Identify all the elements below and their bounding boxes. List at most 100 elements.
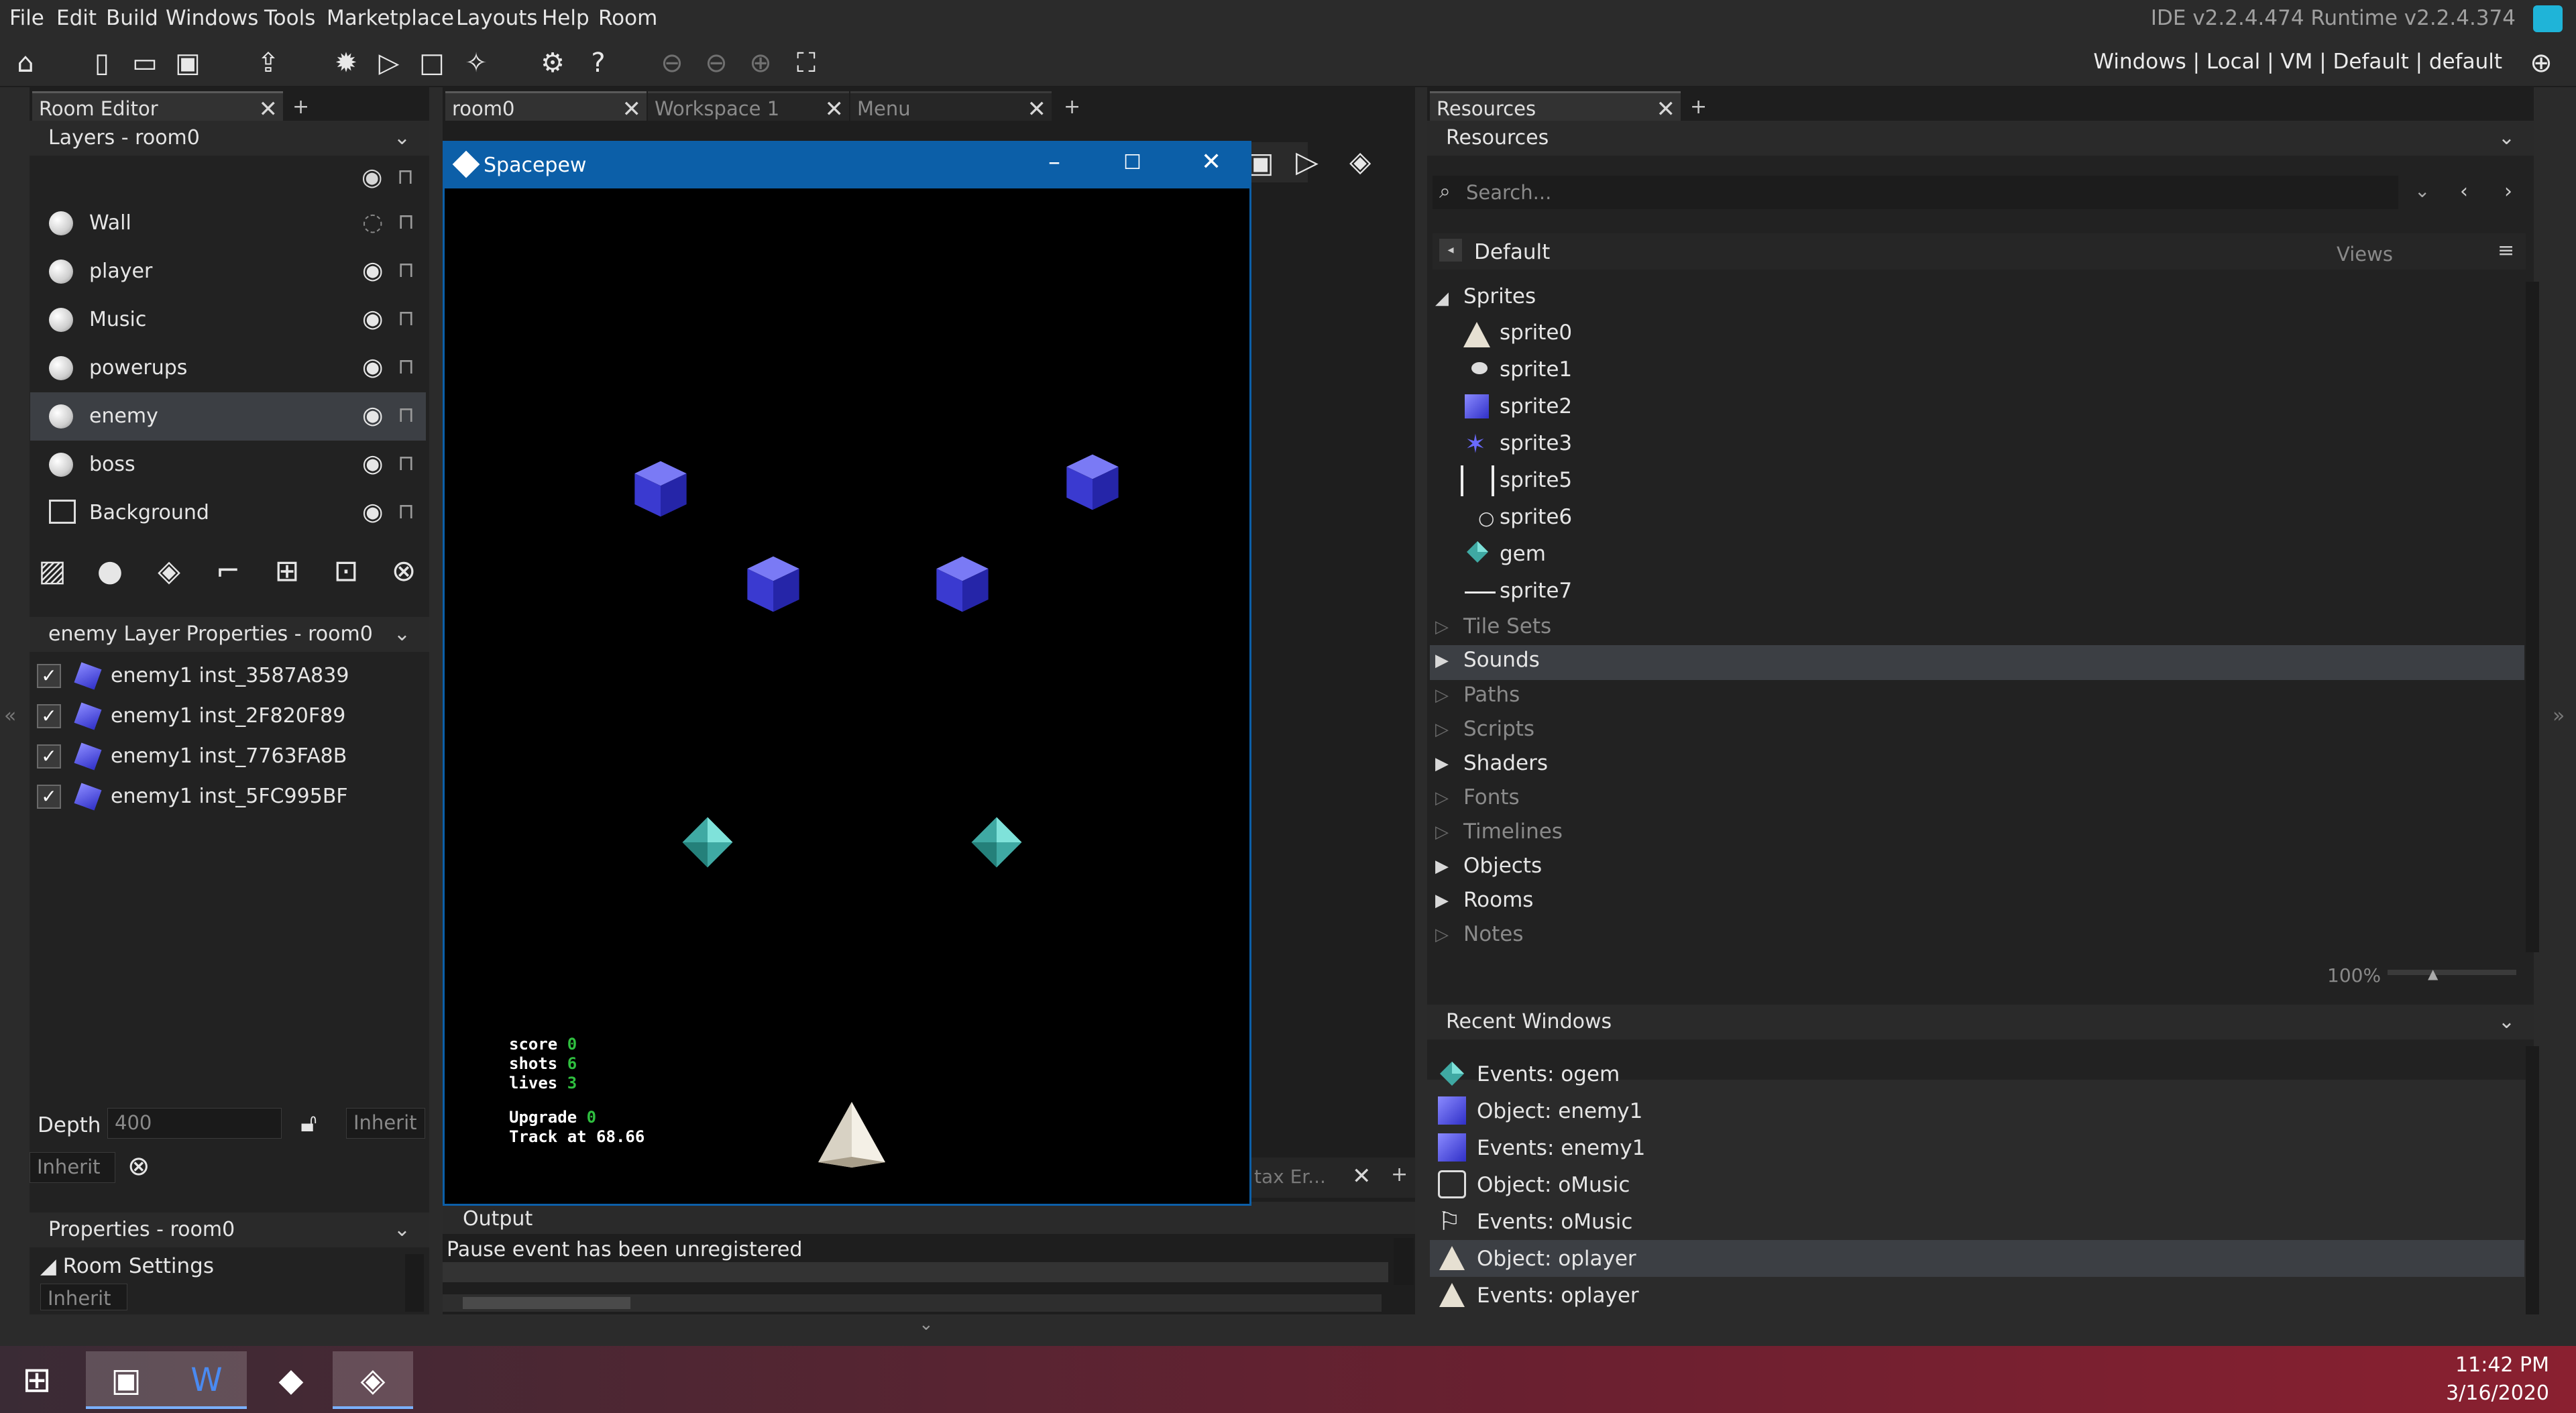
game-window[interactable]: Spacepew – ☐ ✕ score 0 shots 6 lives 3 U… — [443, 141, 1251, 1206]
gamemaker-runner-icon[interactable]: ◈ — [333, 1351, 413, 1409]
tab-workspace-1[interactable]: Workspace 1 ✕ — [648, 91, 849, 123]
prev-icon[interactable]: ‹ — [2460, 180, 2468, 203]
tree-item-sprite7[interactable]: sprite7 — [1500, 579, 1572, 603]
clean-icon[interactable]: ✧ — [459, 46, 494, 80]
tree-folder-sounds[interactable]: Sounds — [1463, 648, 1540, 672]
open-folder-icon[interactable]: ▭ — [127, 46, 162, 80]
search-options-chevron-icon[interactable]: ⌄ — [2414, 180, 2430, 202]
eye-closed-icon[interactable]: ◌ — [362, 209, 383, 236]
recent-item[interactable]: Events: oplayer — [1430, 1277, 2524, 1314]
layers-header[interactable]: Layers - room0 ⌄ — [30, 121, 429, 156]
gamemaker-icon[interactable]: ◆ — [251, 1351, 331, 1409]
search-input[interactable]: Search... — [1466, 181, 1551, 204]
tab-room-editor[interactable]: Room Editor ✕ — [32, 91, 283, 123]
add-tab-icon[interactable]: + — [1690, 95, 1707, 119]
close-icon[interactable]: ✕ — [259, 96, 278, 123]
output-header[interactable]: Output — [443, 1202, 1415, 1234]
expand-down-icon[interactable]: ⌄ — [919, 1314, 934, 1335]
tree-folder-timelines[interactable]: Timelines — [1463, 819, 1563, 844]
chevron-down-icon[interactable]: ⌄ — [2498, 126, 2515, 150]
recent-item[interactable]: Object: enemy1 — [1430, 1092, 2524, 1129]
chevron-down-icon[interactable]: ⌄ — [2498, 1010, 2515, 1033]
instance-row[interactable]: ✓ enemy1 inst_7763FA8B — [37, 738, 426, 778]
tree-item-gem[interactable]: gem — [1500, 542, 1546, 566]
inherit-depth-button[interactable]: Inherit — [346, 1108, 425, 1139]
collapsed-triangle-icon[interactable]: ▷ — [1435, 822, 1449, 842]
menu-icon[interactable]: ≡ — [2498, 239, 2514, 262]
menu-marketplace[interactable]: Marketplace — [327, 6, 454, 30]
lock-icon[interactable]: ⊓ — [398, 402, 414, 427]
tree-folder-fonts[interactable]: Fonts — [1463, 785, 1520, 809]
tree-item-sprite6[interactable]: sprite6 — [1500, 505, 1572, 529]
group-bar[interactable]: ◂ Default Views ≡ — [1433, 233, 2526, 270]
add-folder-icon[interactable]: ⊡ — [323, 549, 369, 594]
collapsed-triangle-icon[interactable]: ▷ — [1435, 788, 1449, 808]
search-box[interactable]: ⌕ Search... — [1433, 176, 2398, 209]
add-tab-icon[interactable]: + — [1064, 95, 1080, 119]
chevron-down-icon[interactable]: ⌄ — [394, 622, 410, 646]
add-tab-icon[interactable]: + — [292, 95, 309, 119]
layer-properties-header[interactable]: enemy Layer Properties - room0 ⌄ — [30, 617, 429, 652]
tree-item-sprite0[interactable]: sprite0 — [1500, 321, 1572, 345]
game-window-titlebar[interactable]: Spacepew – ☐ ✕ — [445, 143, 1249, 188]
tree-folder-scripts[interactable]: Scripts — [1463, 717, 1534, 741]
lock-icon[interactable]: ⊓ — [398, 353, 414, 379]
chat-icon[interactable] — [2533, 5, 2563, 32]
eye-icon[interactable]: ◉ — [362, 257, 383, 284]
save-icon[interactable]: ▣ — [170, 46, 205, 80]
minimize-icon[interactable]: – — [1048, 148, 1060, 176]
tree-folder-sprites[interactable]: Sprites — [1463, 284, 1536, 308]
layer-row-boss[interactable]: boss ◉ ⊓ — [30, 441, 426, 489]
settings-icon[interactable]: ⚙ — [535, 46, 570, 80]
tree-item-sprite5[interactable]: sprite5 — [1500, 468, 1572, 492]
layer-row-background[interactable]: Background ◉ ⊓ — [30, 489, 426, 537]
syntax-tab[interactable]: tax Er... ✕ + — [1251, 1157, 1415, 1198]
properties-header[interactable]: Properties - room0 ⌄ — [30, 1212, 429, 1247]
zoom-slider[interactable] — [2388, 970, 2516, 975]
menu-build[interactable]: Build — [106, 6, 158, 30]
zoom-reset-icon[interactable]: ⊖ — [655, 46, 689, 80]
run-icon[interactable]: ▷ — [372, 46, 406, 80]
menu-help[interactable]: Help — [542, 6, 590, 30]
expand-triangle-icon[interactable]: ▶ — [1435, 856, 1449, 877]
eye-icon[interactable]: ◉ — [362, 353, 383, 381]
recent-windows-header[interactable]: Recent Windows ⌄ — [1427, 1005, 2534, 1039]
tree-folder-notes[interactable]: Notes — [1463, 922, 1524, 946]
output-vscroll[interactable] — [1394, 1238, 1414, 1285]
zoom-slider-handle-icon[interactable]: ▲ — [2428, 966, 2438, 982]
recent-item[interactable]: Events: ogem — [1430, 1056, 2524, 1092]
help-icon[interactable]: ? — [581, 46, 616, 80]
eye-icon[interactable]: ◉ — [361, 164, 382, 191]
close-icon[interactable]: ✕ — [1027, 96, 1047, 123]
checkbox[interactable]: ✓ — [37, 664, 61, 688]
add-path-layer-icon[interactable]: ⌐ — [205, 549, 251, 594]
menu-tools[interactable]: Tools — [264, 6, 315, 30]
lock-icon[interactable]: ⊓ — [397, 164, 414, 189]
play-icon[interactable]: ▷ — [1296, 145, 1319, 179]
expand-triangle-icon[interactable]: ▶ — [1435, 891, 1449, 911]
expanded-triangle-icon[interactable]: ◢ — [1435, 288, 1449, 308]
eye-icon[interactable]: ◉ — [362, 305, 383, 333]
views-label[interactable]: Views — [2337, 243, 2393, 266]
close-icon[interactable]: ✕ — [1352, 1163, 1371, 1190]
tree-row-sounds-selected[interactable] — [1430, 645, 2524, 680]
layer-row-powerups[interactable]: powerups ◉ ⊓ — [30, 344, 426, 392]
output-hscroll-thumb[interactable] — [463, 1297, 630, 1309]
taskbar-app-icon[interactable]: ▣ — [86, 1351, 166, 1409]
new-project-icon[interactable]: ▯ — [85, 46, 119, 80]
collapsed-triangle-icon[interactable]: ▷ — [1435, 925, 1449, 945]
layer-row-wall[interactable]: Wall ◌ ⊓ — [30, 199, 426, 247]
expand-triangle-icon[interactable]: ▶ — [1435, 754, 1449, 774]
tree-item-sprite2[interactable]: sprite2 — [1500, 394, 1572, 418]
close-icon[interactable]: ✕ — [1657, 96, 1676, 123]
zoom-in-icon[interactable]: ⊕ — [743, 46, 778, 80]
instance-row[interactable]: ✓ enemy1 inst_3587A839 — [37, 657, 426, 697]
add-tab-icon[interactable]: + — [1391, 1163, 1408, 1186]
layer-row-music[interactable]: Music ◉ ⊓ — [30, 296, 426, 344]
add-asset-layer-icon[interactable]: ⊞ — [264, 549, 310, 594]
target-selector[interactable]: Windows | Local | VM | Default | default — [2093, 50, 2502, 74]
recent-item[interactable]: Events: enemy1 — [1430, 1129, 2524, 1166]
windows-start-icon[interactable]: ⊞ — [0, 1351, 74, 1409]
menu-room[interactable]: Room — [598, 6, 657, 30]
recent-item[interactable]: ⚐ Events: oMusic — [1430, 1203, 2524, 1240]
